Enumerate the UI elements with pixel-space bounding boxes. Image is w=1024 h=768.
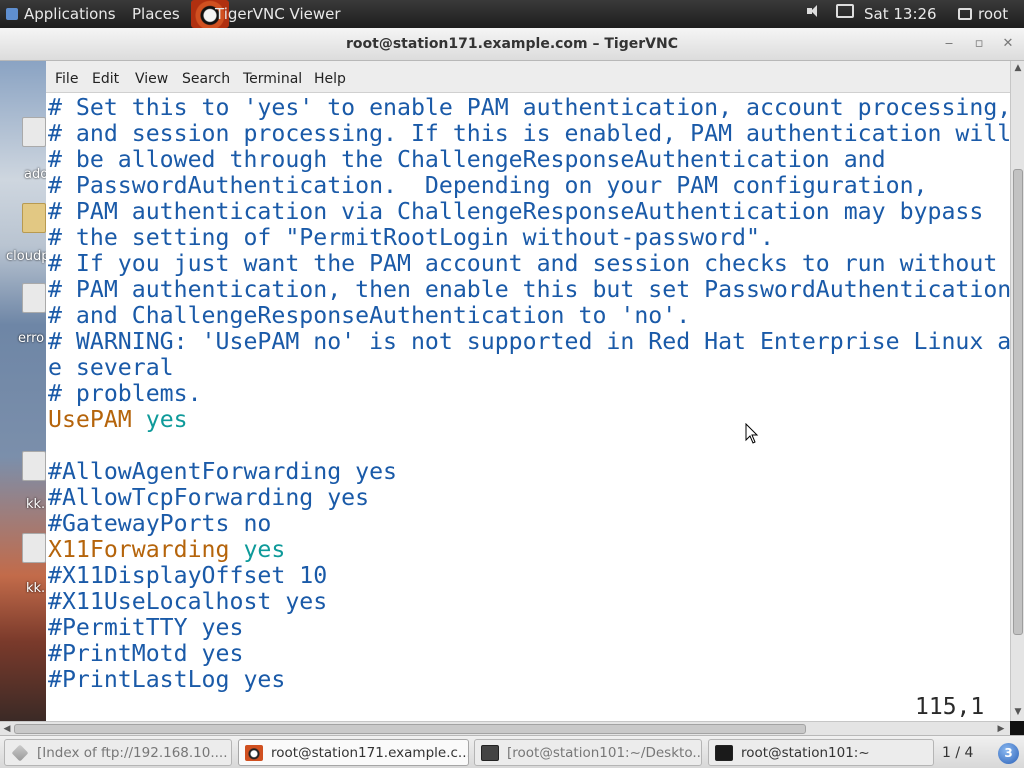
terminal-line: # and session processing. If this is ena… [48, 120, 1010, 147]
desktop-icon-label: kk. [26, 497, 46, 512]
notification-badge[interactable]: 3 [998, 743, 1019, 764]
top-panel: Applications Places TigerVNC Viewer Sat … [0, 0, 1024, 28]
vnc-task-label: TigerVNC Viewer [215, 5, 341, 23]
terminal-line: #PrintLastLog yes [48, 666, 286, 693]
ftp-icon [11, 744, 29, 762]
terminal-menubar: File Edit View Search Terminal Help [46, 61, 1010, 93]
document-icon[interactable] [22, 533, 46, 563]
applications-label: Applications [24, 5, 116, 23]
cursor-position: 115,1 [915, 694, 985, 720]
network-icon[interactable] [836, 4, 854, 22]
terminal-line: #GatewayPorts no [48, 510, 272, 537]
terminal-line: X11Forwarding yes [48, 537, 285, 563]
bottom-taskbar: [Index of ftp://192.168.10.... root@stat… [0, 735, 1024, 768]
maximize-button[interactable]: ▫ [970, 35, 988, 53]
user-label: root [978, 5, 1009, 23]
places-menu[interactable]: Places [132, 5, 180, 23]
taskbar-task[interactable]: root@station171.example.c... [238, 739, 469, 766]
terminal-line: e several [48, 354, 174, 381]
terminal-line: #PermitTTY yes [48, 614, 244, 641]
scroll-up-arrow-icon[interactable]: ▲ [1012, 62, 1024, 74]
vnc-viewer-panel-task[interactable]: TigerVNC Viewer [191, 0, 341, 28]
vnc-icon [245, 745, 263, 761]
desktop-icon-label: erro [18, 331, 45, 346]
config-value: yes [145, 406, 188, 433]
scroll-down-arrow-icon[interactable]: ▼ [1012, 706, 1024, 718]
terminal-window: File Edit View Search Terminal Help # Se… [46, 61, 1010, 721]
workspace-switcher[interactable]: 1 / 4 [942, 745, 973, 761]
menu-terminal[interactable]: Terminal [243, 71, 302, 87]
mouse-pointer-icon [745, 423, 759, 444]
applications-icon [6, 8, 18, 20]
taskbar-task[interactable]: [root@station101:~/Deskto... [474, 739, 702, 766]
user-menu[interactable]: root [958, 5, 1008, 23]
desktop-icon-label: ado [24, 167, 46, 182]
config-value: yes [243, 536, 286, 563]
menu-view[interactable]: View [135, 71, 168, 87]
terminal-line: # be allowed through the ChallengeRespon… [48, 146, 886, 173]
horizontal-scroll-thumb[interactable] [14, 724, 806, 734]
horizontal-scrollbar[interactable]: ◀ ▶ [0, 721, 1010, 735]
terminal-line: #AllowAgentForwarding yes [48, 458, 398, 485]
volume-icon[interactable] [806, 4, 822, 22]
config-key: UsePAM [48, 406, 132, 433]
document-icon[interactable] [22, 117, 46, 147]
window-titlebar[interactable]: root@station171.example.com – TigerVNC ‒… [0, 28, 1024, 61]
vertical-scroll-thumb[interactable] [1013, 169, 1023, 635]
menu-search[interactable]: Search [182, 71, 230, 87]
terminal-line: # If you just want the PAM account and s… [48, 250, 998, 277]
terminal-line: #AllowTcpForwarding yes [48, 484, 370, 511]
terminal-line: #X11UseLocalhost yes [48, 588, 328, 615]
user-icon [958, 8, 972, 20]
folder-icon[interactable] [22, 203, 46, 233]
menu-help[interactable]: Help [314, 71, 346, 87]
menu-file[interactable]: File [55, 71, 78, 87]
terminal-line: # problems. [48, 380, 202, 407]
close-button[interactable]: ✕ [999, 35, 1017, 53]
terminal-line: # and ChallengeResponseAuthentication to… [48, 302, 691, 329]
desktop-icon-label: kk. [26, 581, 46, 596]
terminal-text-area[interactable]: # Set this to 'yes' to enable PAM authen… [48, 95, 1010, 721]
vertical-scrollbar[interactable]: ▲ ▼ [1010, 61, 1024, 721]
terminal-line: #X11DisplayOffset 10 [48, 562, 328, 589]
taskbar-task[interactable]: [Index of ftp://192.168.10.... [4, 739, 232, 766]
document-icon[interactable] [22, 283, 46, 313]
terminal-line: # PAM authentication, then enable this b… [48, 276, 1010, 303]
menu-edit[interactable]: Edit [92, 71, 119, 87]
clock[interactable]: Sat 13:26 [864, 5, 937, 23]
desktop-background: ado cloudp erro kk. kk. [0, 61, 46, 721]
document-icon[interactable] [22, 451, 46, 481]
terminal-line: # PasswordAuthentication. Depending on y… [48, 172, 928, 199]
terminal-icon [481, 745, 499, 761]
minimize-button[interactable]: ‒ [940, 35, 958, 53]
scroll-right-arrow-icon[interactable]: ▶ [995, 723, 1007, 735]
terminal-icon [715, 745, 733, 761]
scroll-left-arrow-icon[interactable]: ◀ [1, 723, 13, 735]
applications-menu[interactable]: Applications [6, 5, 116, 23]
terminal-line: # the setting of "PermitRootLogin withou… [48, 224, 774, 251]
config-key: X11Forwarding [48, 536, 230, 563]
taskbar-task[interactable]: root@station101:~ [708, 739, 934, 766]
desktop-icon-label: cloudp [6, 249, 46, 264]
scrollbar-corner [1010, 721, 1024, 735]
terminal-line: UsePAM yes [48, 407, 188, 433]
terminal-line: #PrintMotd yes [48, 640, 244, 667]
terminal-line: # Set this to 'yes' to enable PAM authen… [48, 95, 1010, 121]
terminal-line: # PAM authentication via ChallengeRespon… [48, 198, 984, 225]
window-title: root@station171.example.com – TigerVNC [346, 36, 678, 52]
terminal-line: # WARNING: 'UsePAM no' is not supported … [48, 328, 1010, 355]
